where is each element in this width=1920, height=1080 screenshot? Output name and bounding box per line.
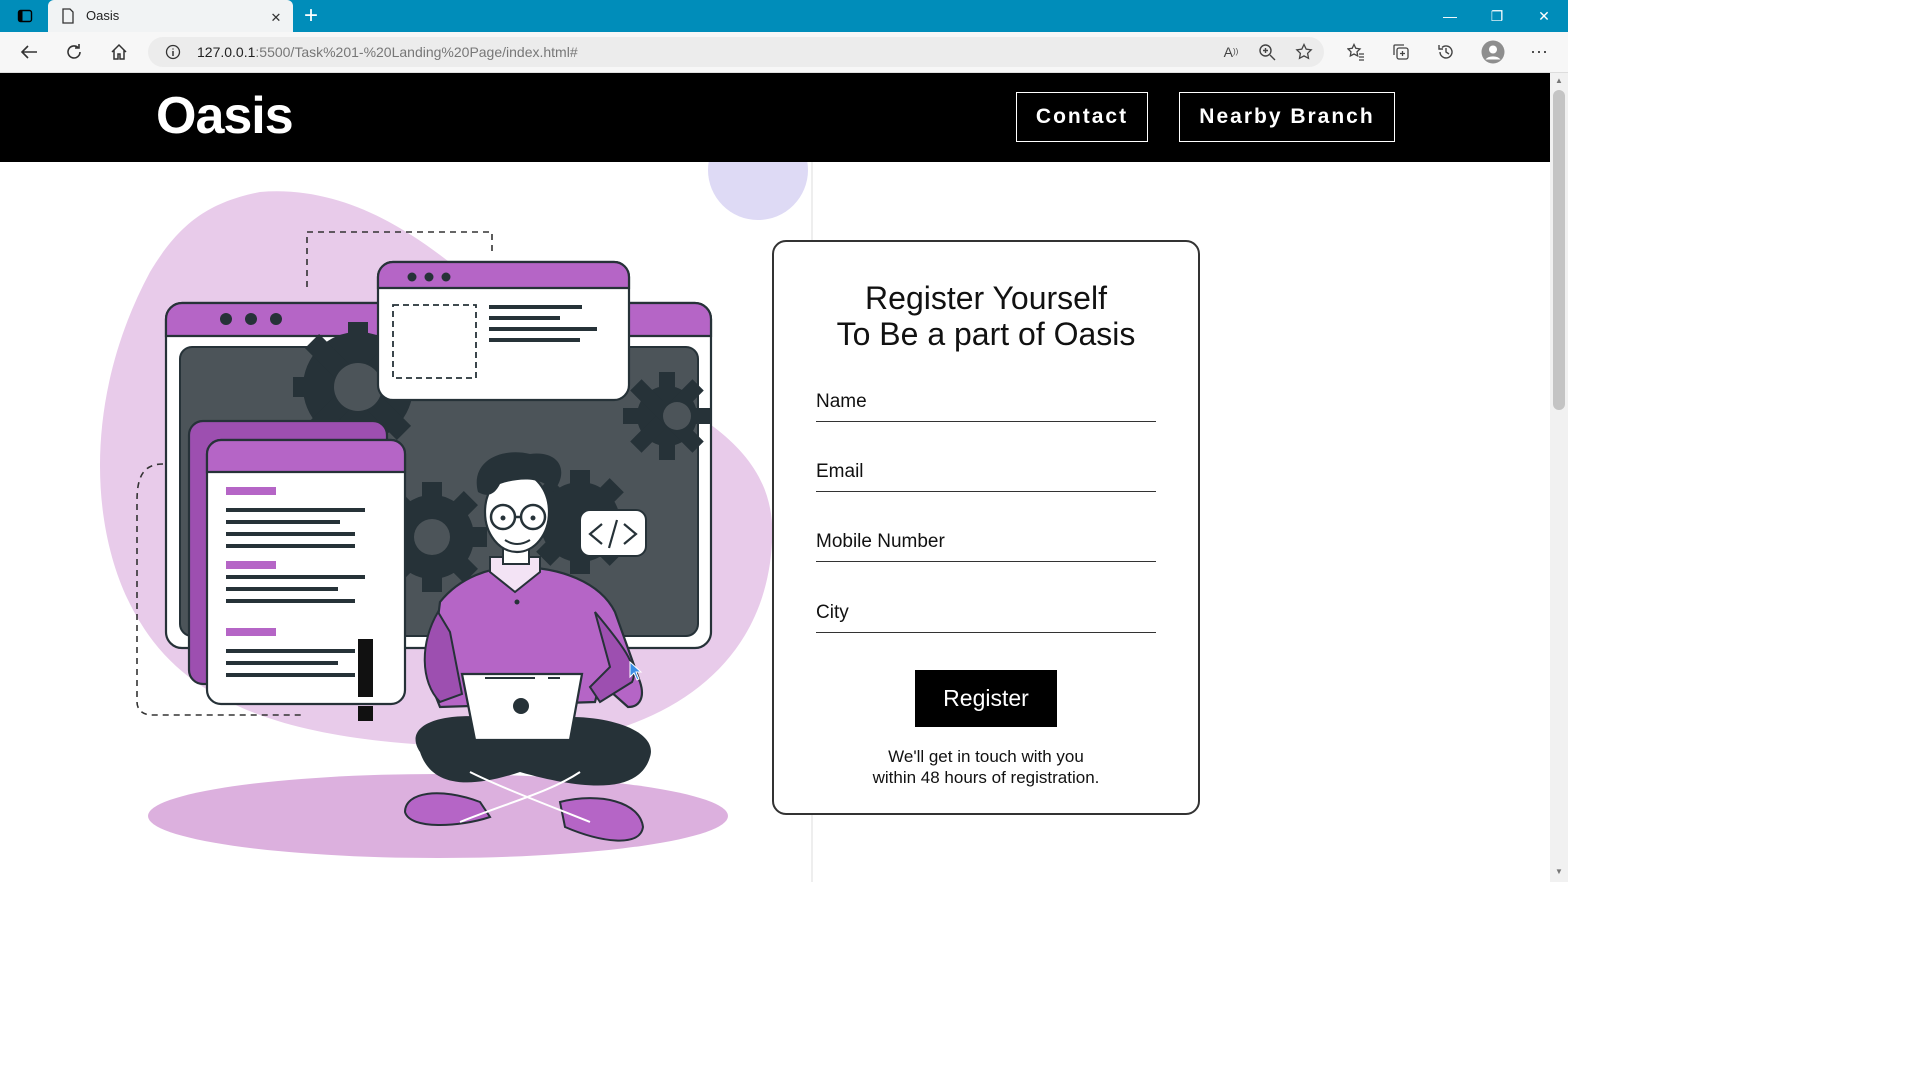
city-input[interactable] <box>816 602 1156 624</box>
registration-heading: Register Yourself To Be a part of Oasis <box>772 280 1200 352</box>
favorites-icon[interactable] <box>1345 42 1367 62</box>
mobile-number-field[interactable] <box>816 531 1156 562</box>
restore-icon[interactable]: ❐ <box>1487 6 1507 26</box>
register-button[interactable]: Register <box>915 670 1057 727</box>
heading-line-1: Register Yourself <box>865 280 1107 316</box>
corner-circle <box>708 162 808 220</box>
window-close-icon[interactable]: ✕ <box>1534 6 1554 26</box>
registration-note: We'll get in touch with you within 48 ho… <box>772 746 1200 788</box>
nearby-branch-nav-button[interactable]: Nearby Branch <box>1179 92 1395 142</box>
gear-icon-2 <box>623 372 711 460</box>
read-aloud-icon[interactable]: A)) <box>1220 42 1242 62</box>
scrollbar-thumb[interactable] <box>1553 90 1565 410</box>
heading-line-2: To Be a part of Oasis <box>836 316 1136 352</box>
history-icon[interactable] <box>1435 42 1457 62</box>
new-tab-icon[interactable]: + <box>300 4 322 28</box>
email-input[interactable] <box>816 461 1156 483</box>
developer-illustration <box>100 162 808 858</box>
url-text[interactable]: 127.0.0.1:5500/Task%201-%20Landing%20Pag… <box>197 44 578 60</box>
home-icon[interactable] <box>108 42 130 62</box>
minimize-icon[interactable]: — <box>1440 6 1460 26</box>
tab-close-icon[interactable]: ✕ <box>268 9 284 25</box>
tab-actions-icon[interactable] <box>14 6 36 26</box>
refresh-icon[interactable] <box>63 42 85 62</box>
browser-tab[interactable] <box>48 0 293 32</box>
tab-title: Oasis <box>86 8 120 23</box>
more-options-icon[interactable]: ⋯ <box>1528 42 1550 62</box>
scroll-down-icon[interactable]: ▼ <box>1553 866 1565 878</box>
email-field[interactable] <box>816 461 1156 492</box>
mouse-cursor-icon <box>629 661 643 681</box>
name-field[interactable] <box>816 391 1156 422</box>
site-info-icon[interactable] <box>163 43 183 61</box>
scroll-up-icon[interactable]: ▲ <box>1553 75 1565 87</box>
profile-avatar-icon[interactable] <box>1481 40 1505 64</box>
url-path: :5500/Task%201-%20Landing%20Page/index.h… <box>255 44 578 60</box>
note-line-2: within 48 hours of registration. <box>872 768 1100 787</box>
contact-nav-button[interactable]: Contact <box>1016 92 1148 142</box>
add-favorite-icon[interactable] <box>1293 42 1315 62</box>
exclamation-mark-icon <box>358 639 373 697</box>
back-icon[interactable] <box>18 42 40 62</box>
zoom-icon[interactable] <box>1256 42 1278 62</box>
site-logo[interactable]: Oasis <box>156 86 294 146</box>
name-input[interactable] <box>816 391 1156 413</box>
collections-icon[interactable] <box>1390 42 1412 62</box>
city-field[interactable] <box>816 602 1156 633</box>
mobile-number-input[interactable] <box>816 531 1156 553</box>
note-line-1: We'll get in touch with you <box>888 747 1084 766</box>
page-icon <box>60 8 76 24</box>
url-host: 127.0.0.1 <box>197 44 256 60</box>
